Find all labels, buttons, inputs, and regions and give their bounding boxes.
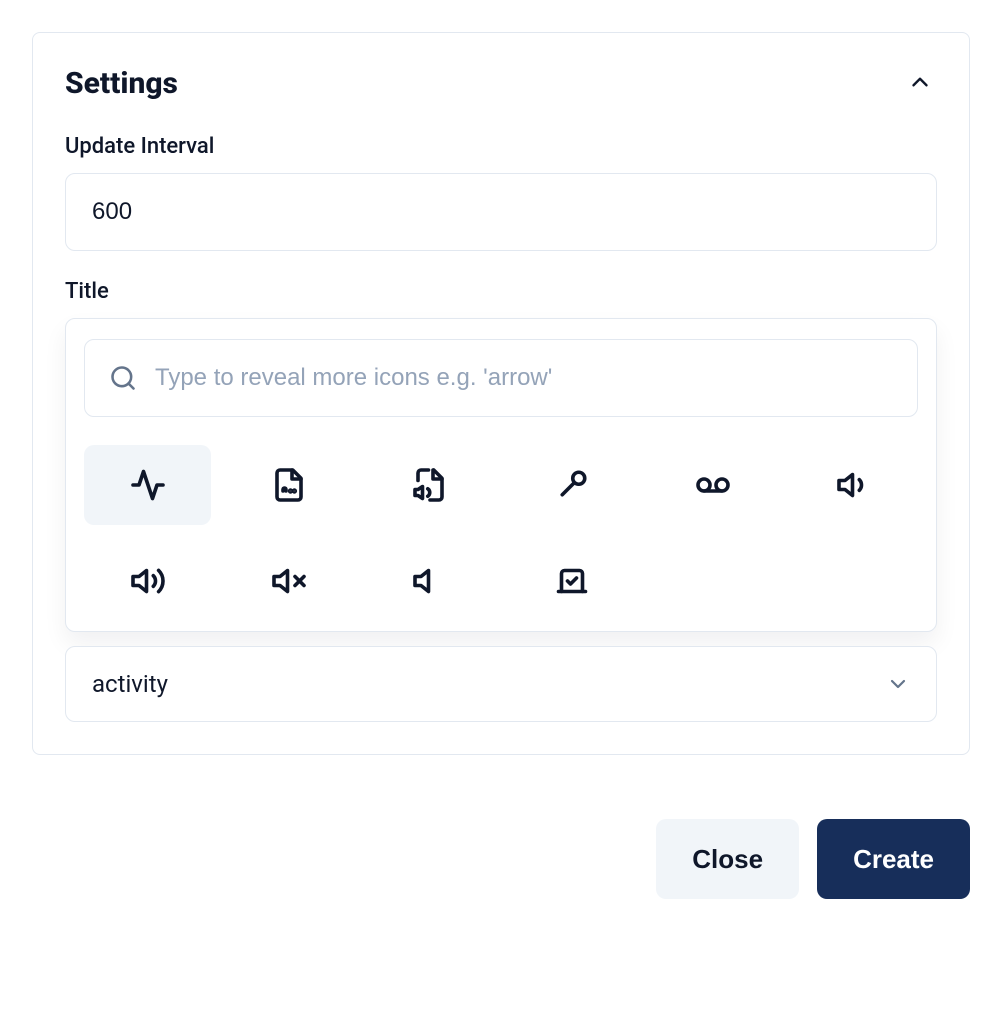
create-button[interactable]: Create bbox=[817, 819, 970, 899]
icon-picker-wrapper: activity bbox=[65, 318, 937, 722]
update-interval-input[interactable] bbox=[65, 173, 937, 251]
icon-option-volume-low[interactable] bbox=[791, 445, 918, 525]
file-audio-icon bbox=[271, 467, 307, 503]
icon-option-voicemail[interactable] bbox=[649, 445, 776, 525]
title-select-value: activity bbox=[92, 670, 168, 698]
icon-option-volume-x[interactable] bbox=[225, 541, 352, 621]
volume-low-icon bbox=[836, 467, 872, 503]
title-label: Title bbox=[65, 279, 937, 304]
settings-panel: Settings Update Interval Title bbox=[32, 32, 970, 755]
volume-x-icon bbox=[271, 563, 307, 599]
cast-check-icon bbox=[554, 563, 590, 599]
settings-header: Settings bbox=[65, 65, 937, 102]
icon-option-activity[interactable] bbox=[84, 445, 211, 525]
icon-option-cast-check[interactable] bbox=[508, 541, 635, 621]
file-volume-icon bbox=[412, 467, 448, 503]
title-field: Title bbox=[65, 279, 937, 722]
icon-option-file-audio[interactable] bbox=[225, 445, 352, 525]
volume-icon bbox=[412, 563, 448, 599]
title-select[interactable]: activity bbox=[65, 646, 937, 722]
chevron-up-icon bbox=[907, 69, 933, 95]
voicemail-icon bbox=[695, 467, 731, 503]
chevron-down-icon bbox=[886, 672, 910, 696]
mic-icon bbox=[554, 467, 590, 503]
icon-picker bbox=[65, 318, 937, 632]
icon-grid bbox=[84, 445, 918, 621]
icon-option-mic[interactable] bbox=[508, 445, 635, 525]
search-icon bbox=[109, 364, 137, 392]
dialog-footer: Close Create bbox=[32, 819, 970, 899]
activity-icon bbox=[130, 467, 166, 503]
update-interval-label: Update Interval bbox=[65, 134, 937, 159]
icon-option-volume[interactable] bbox=[367, 541, 494, 621]
icon-option-file-volume[interactable] bbox=[367, 445, 494, 525]
collapse-toggle[interactable] bbox=[903, 65, 937, 102]
icon-option-volume-high[interactable] bbox=[84, 541, 211, 621]
settings-title: Settings bbox=[65, 66, 178, 101]
icon-search-input[interactable] bbox=[155, 364, 893, 392]
close-button[interactable]: Close bbox=[656, 819, 799, 899]
volume-high-icon bbox=[130, 563, 166, 599]
update-interval-field: Update Interval bbox=[65, 134, 937, 251]
icon-search-row bbox=[84, 339, 918, 417]
